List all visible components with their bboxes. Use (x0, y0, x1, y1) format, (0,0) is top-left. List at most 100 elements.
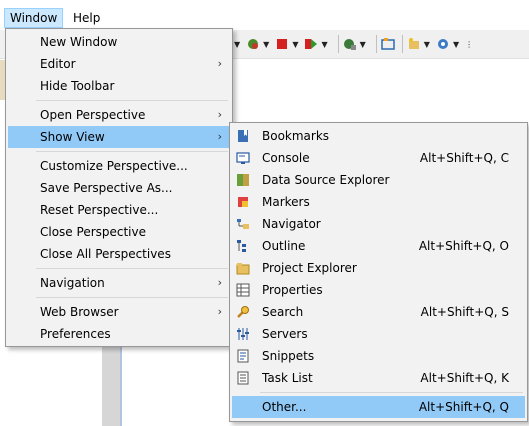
menu-item-show-view[interactable]: Show View › (8, 126, 230, 148)
view-item-properties[interactable]: Properties (232, 279, 525, 301)
view-item-console[interactable]: Console Alt+Shift+Q, C (232, 147, 525, 169)
menu-item-label: Navigation (40, 276, 105, 290)
view-item-bookmarks[interactable]: Bookmarks (232, 125, 525, 147)
view-item-label: Search (262, 305, 304, 319)
view-item-outline[interactable]: Outline Alt+Shift+Q, O (232, 235, 525, 257)
search-icon (237, 306, 249, 318)
dropdown-arrow-icon[interactable]: ▼ (360, 40, 366, 49)
submenu-arrow-icon: › (217, 130, 222, 143)
view-item-label: Outline (262, 239, 306, 253)
show-view-submenu: Bookmarks Console Alt+Shift+Q, C Data So… (229, 122, 528, 422)
dropdown-arrow-icon[interactable]: ▼ (453, 40, 459, 49)
menu-item-web-browser[interactable]: Web Browser › (8, 301, 230, 323)
stop-icon[interactable] (275, 37, 289, 51)
menu-item-label: Hide Toolbar (40, 79, 115, 93)
view-item-project-explorer[interactable]: Project Explorer (232, 257, 525, 279)
view-item-snippets[interactable]: Snippets (232, 345, 525, 367)
menu-separator (260, 392, 523, 393)
view-item-label: Console (262, 151, 310, 165)
menu-item-label: Close All Perspectives (40, 247, 171, 261)
menu-item-label: Save Perspective As... (40, 181, 173, 195)
submenu-arrow-icon: › (217, 108, 222, 121)
menu-item-label: Show View (40, 130, 105, 144)
snippets-icon (237, 349, 249, 363)
markers-icon (238, 197, 248, 207)
view-item-search[interactable]: Search Alt+Shift+Q, S (232, 301, 525, 323)
console-icon (236, 152, 250, 164)
dropdown-arrow-icon[interactable]: ▼ (263, 40, 269, 49)
view-item-shortcut: Alt+Shift+Q, O (418, 239, 509, 253)
menu-item-reset-perspective[interactable]: Reset Perspective... (8, 199, 230, 221)
menu-item-label: Preferences (40, 327, 111, 341)
view-item-shortcut: Alt+Shift+Q, C (419, 151, 509, 165)
new-project-icon[interactable] (407, 37, 421, 51)
dropdown-arrow-icon[interactable]: ▼ (424, 40, 430, 49)
menu-item-editor[interactable]: Editor › (8, 53, 230, 75)
menu-item-save-perspective-as[interactable]: Save Perspective As... (8, 177, 230, 199)
menu-separator (36, 268, 228, 269)
menu-bar: Window Help (0, 0, 529, 30)
view-item-label: Navigator (262, 217, 321, 231)
data-source-icon (237, 174, 249, 186)
menu-item-label: Editor (40, 57, 76, 71)
menu-item-label: Close Perspective (40, 225, 147, 239)
new-server-icon[interactable] (381, 37, 395, 51)
toolbar-separator (375, 35, 377, 53)
toolbar-separator (401, 35, 403, 53)
properties-icon (236, 283, 250, 297)
run-icon[interactable] (304, 37, 318, 51)
settings-gear-icon[interactable] (436, 37, 450, 51)
menu-separator (36, 151, 228, 152)
view-item-label: Bookmarks (262, 129, 330, 143)
view-item-servers[interactable]: Servers (232, 323, 525, 345)
menu-item-close-perspective[interactable]: Close Perspective (8, 221, 230, 243)
menu-separator (36, 297, 228, 298)
menu-item-close-all-perspectives[interactable]: Close All Perspectives (8, 243, 230, 265)
project-explorer-icon (236, 263, 250, 275)
menu-item-open-perspective[interactable]: Open Perspective › (8, 104, 230, 126)
view-item-data-source-explorer[interactable]: Data Source Explorer (232, 169, 525, 191)
menu-help[interactable]: Help (68, 9, 105, 27)
view-item-label: Project Explorer (262, 261, 357, 275)
menu-item-navigation[interactable]: Navigation › (8, 272, 230, 294)
submenu-arrow-icon: › (217, 57, 222, 70)
view-item-navigator[interactable]: Navigator (232, 213, 525, 235)
submenu-arrow-icon: › (217, 305, 222, 318)
servers-icon (237, 328, 249, 340)
menu-item-label: Customize Perspective... (40, 159, 188, 173)
menu-item-hide-toolbar[interactable]: Hide Toolbar (8, 75, 230, 97)
menu-item-label: Reset Perspective... (40, 203, 159, 217)
submenu-arrow-icon: › (217, 276, 222, 289)
view-item-label: Servers (262, 327, 308, 341)
view-item-shortcut: Alt+Shift+Q, S (420, 305, 509, 319)
menu-item-customize-perspective[interactable]: Customize Perspective... (8, 155, 230, 177)
more-icon[interactable]: ⋮ (465, 40, 473, 49)
menu-item-label: Web Browser (40, 305, 119, 319)
view-item-task-list[interactable]: Task List Alt+Shift+Q, K (232, 367, 525, 389)
bookmarks-icon (238, 130, 248, 142)
window-menu: New Window Editor › Hide Toolbar Open Per… (5, 28, 233, 347)
view-item-other[interactable]: Other... Alt+Shift+Q, Q (232, 396, 525, 418)
view-item-label: Data Source Explorer (262, 173, 390, 187)
dropdown-arrow-icon[interactable]: ▼ (292, 40, 298, 49)
bug-run-icon[interactable] (246, 37, 260, 51)
view-item-shortcut: Alt+Shift+Q, K (420, 371, 509, 385)
view-item-markers[interactable]: Markers (232, 191, 525, 213)
task-list-icon (237, 371, 249, 385)
view-item-label: Markers (262, 195, 310, 209)
external-tools-icon[interactable] (343, 37, 357, 51)
menu-separator (36, 100, 228, 101)
view-item-label: Other... (262, 400, 307, 414)
dropdown-arrow-icon[interactable]: ▼ (234, 40, 240, 49)
menu-item-new-window[interactable]: New Window (8, 31, 230, 53)
navigator-icon (237, 219, 249, 229)
menu-window[interactable]: Window (4, 8, 64, 28)
view-item-label: Snippets (262, 349, 315, 363)
view-item-label: Properties (262, 283, 323, 297)
dropdown-arrow-icon[interactable]: ▼ (321, 40, 327, 49)
toolbar-separator (337, 35, 339, 53)
view-item-shortcut: Alt+Shift+Q, Q (418, 400, 509, 414)
menu-item-preferences[interactable]: Preferences (8, 323, 230, 345)
view-item-label: Task List (262, 371, 313, 385)
menu-item-label: Open Perspective (40, 108, 146, 122)
